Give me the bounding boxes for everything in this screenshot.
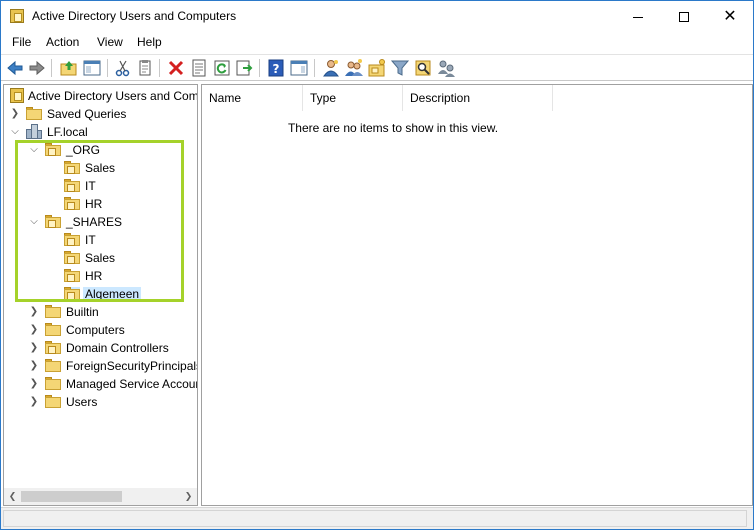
highlight-annotation <box>15 140 184 302</box>
empty-list-message: There are no items to show in this view. <box>287 121 499 135</box>
folder-icon <box>45 395 61 408</box>
refresh-icon[interactable] <box>212 58 232 78</box>
toolbar-separator <box>314 59 315 77</box>
tree-item-domain[interactable]: ⌵ LF.local <box>4 123 197 141</box>
domain-icon <box>26 124 42 139</box>
maximize-icon <box>679 12 689 23</box>
folder-icon <box>26 107 42 120</box>
toolbar-separator <box>259 59 260 77</box>
toolbar-separator <box>107 59 108 77</box>
horizontal-scrollbar[interactable]: ❮ ❯ <box>4 488 197 505</box>
tree-label: LF.local <box>47 125 88 139</box>
delete-icon[interactable] <box>166 58 186 78</box>
tree-label: Builtin <box>66 305 99 319</box>
scrollbar-thumb[interactable] <box>21 491 122 502</box>
tree-label: Computers <box>66 323 125 337</box>
column-header-name[interactable]: Name <box>202 85 303 111</box>
tree-item-managed-service-accounts[interactable]: ❯ Managed Service Accoun <box>4 375 198 393</box>
tree-label: Managed Service Accoun <box>66 377 198 391</box>
help-icon[interactable]: ? <box>266 58 286 78</box>
tree-item-computers[interactable]: ❯ Computers <box>4 321 197 339</box>
tree-label: Users <box>66 395 98 409</box>
svg-text:?: ? <box>273 62 280 76</box>
folder-icon <box>45 377 61 390</box>
chevron-down-icon[interactable]: ⌵ <box>10 125 20 139</box>
status-cell <box>3 510 747 527</box>
tree-item-root[interactable]: Active Directory Users and Com <box>4 87 198 105</box>
folder-icon <box>45 323 61 336</box>
toolbar-separator <box>159 59 160 77</box>
toolbar-separator <box>51 59 52 77</box>
tree-label: Saved Queries <box>47 107 127 121</box>
forward-icon[interactable] <box>27 58 47 78</box>
menu-bar: File Action View Help <box>1 32 753 53</box>
copy-icon[interactable] <box>135 58 155 78</box>
tree-item-foreign-security-principals[interactable]: ❯ ForeignSecurityPrincipals <box>4 357 198 375</box>
cut-icon[interactable] <box>113 58 133 78</box>
minimize-icon <box>633 16 643 18</box>
menu-help[interactable]: Help <box>134 35 165 49</box>
close-icon: ✕ <box>723 8 737 25</box>
snapin-root-icon <box>10 88 24 103</box>
menu-view[interactable]: View <box>94 35 126 49</box>
folder-icon <box>45 359 61 372</box>
folder-icon <box>45 305 61 318</box>
tree-item-domain-controllers[interactable]: ❯ Domain Controllers <box>4 339 197 357</box>
chevron-right-icon[interactable]: ❯ <box>29 395 39 409</box>
add-to-group-icon[interactable] <box>436 58 456 78</box>
tree-label: ForeignSecurityPrincipals <box>66 359 198 373</box>
new-ou-icon[interactable] <box>367 58 387 78</box>
chevron-right-icon[interactable]: ❯ <box>10 107 20 121</box>
new-group-icon[interactable] <box>344 58 364 78</box>
app-icon <box>10 9 24 23</box>
maximize-button[interactable] <box>661 1 707 32</box>
tree-item-users[interactable]: ❯ Users <box>4 393 197 411</box>
tree-item-builtin[interactable]: ❯ Builtin <box>4 303 197 321</box>
chevron-right-icon[interactable]: ❯ <box>29 323 39 337</box>
ou-folder-icon <box>45 341 61 354</box>
chevron-right-icon[interactable]: ❯ <box>29 359 39 373</box>
chevron-right-icon[interactable]: ❯ <box>29 377 39 391</box>
minimize-button[interactable] <box>615 1 661 32</box>
scroll-left-icon[interactable]: ❮ <box>4 488 21 505</box>
status-bar <box>1 507 753 529</box>
chevron-right-icon[interactable]: ❯ <box>29 341 39 355</box>
column-header-type[interactable]: Type <box>303 85 403 111</box>
toolbar: ? <box>1 54 753 81</box>
up-folder-icon[interactable] <box>59 58 79 78</box>
title-bar: Active Directory Users and Computers ✕ <box>1 1 753 32</box>
details-pane[interactable]: Name Type Description There are no items… <box>201 84 753 506</box>
tree-label: Domain Controllers <box>66 341 169 355</box>
scroll-right-icon[interactable]: ❯ <box>180 488 197 505</box>
export-list-icon[interactable] <box>234 58 254 78</box>
filter-icon[interactable] <box>390 58 410 78</box>
window-title: Active Directory Users and Computers <box>32 9 237 23</box>
tree-label: Active Directory Users and Com <box>28 89 198 103</box>
tree-item-saved-queries[interactable]: ❯ Saved Queries <box>4 105 197 123</box>
show-hide-tree-icon[interactable] <box>82 58 102 78</box>
column-header-description[interactable]: Description <box>403 85 553 111</box>
chevron-right-icon[interactable]: ❯ <box>29 305 39 319</box>
menu-action[interactable]: Action <box>43 35 82 49</box>
main-window: Active Directory Users and Computers ✕ F… <box>0 0 754 530</box>
show-action-pane-icon[interactable] <box>289 58 309 78</box>
new-user-icon[interactable] <box>321 58 341 78</box>
menu-file[interactable]: File <box>9 35 34 49</box>
find-icon[interactable] <box>413 58 433 78</box>
back-icon[interactable] <box>5 58 25 78</box>
close-button[interactable]: ✕ <box>707 1 753 32</box>
properties-icon[interactable] <box>189 58 209 78</box>
